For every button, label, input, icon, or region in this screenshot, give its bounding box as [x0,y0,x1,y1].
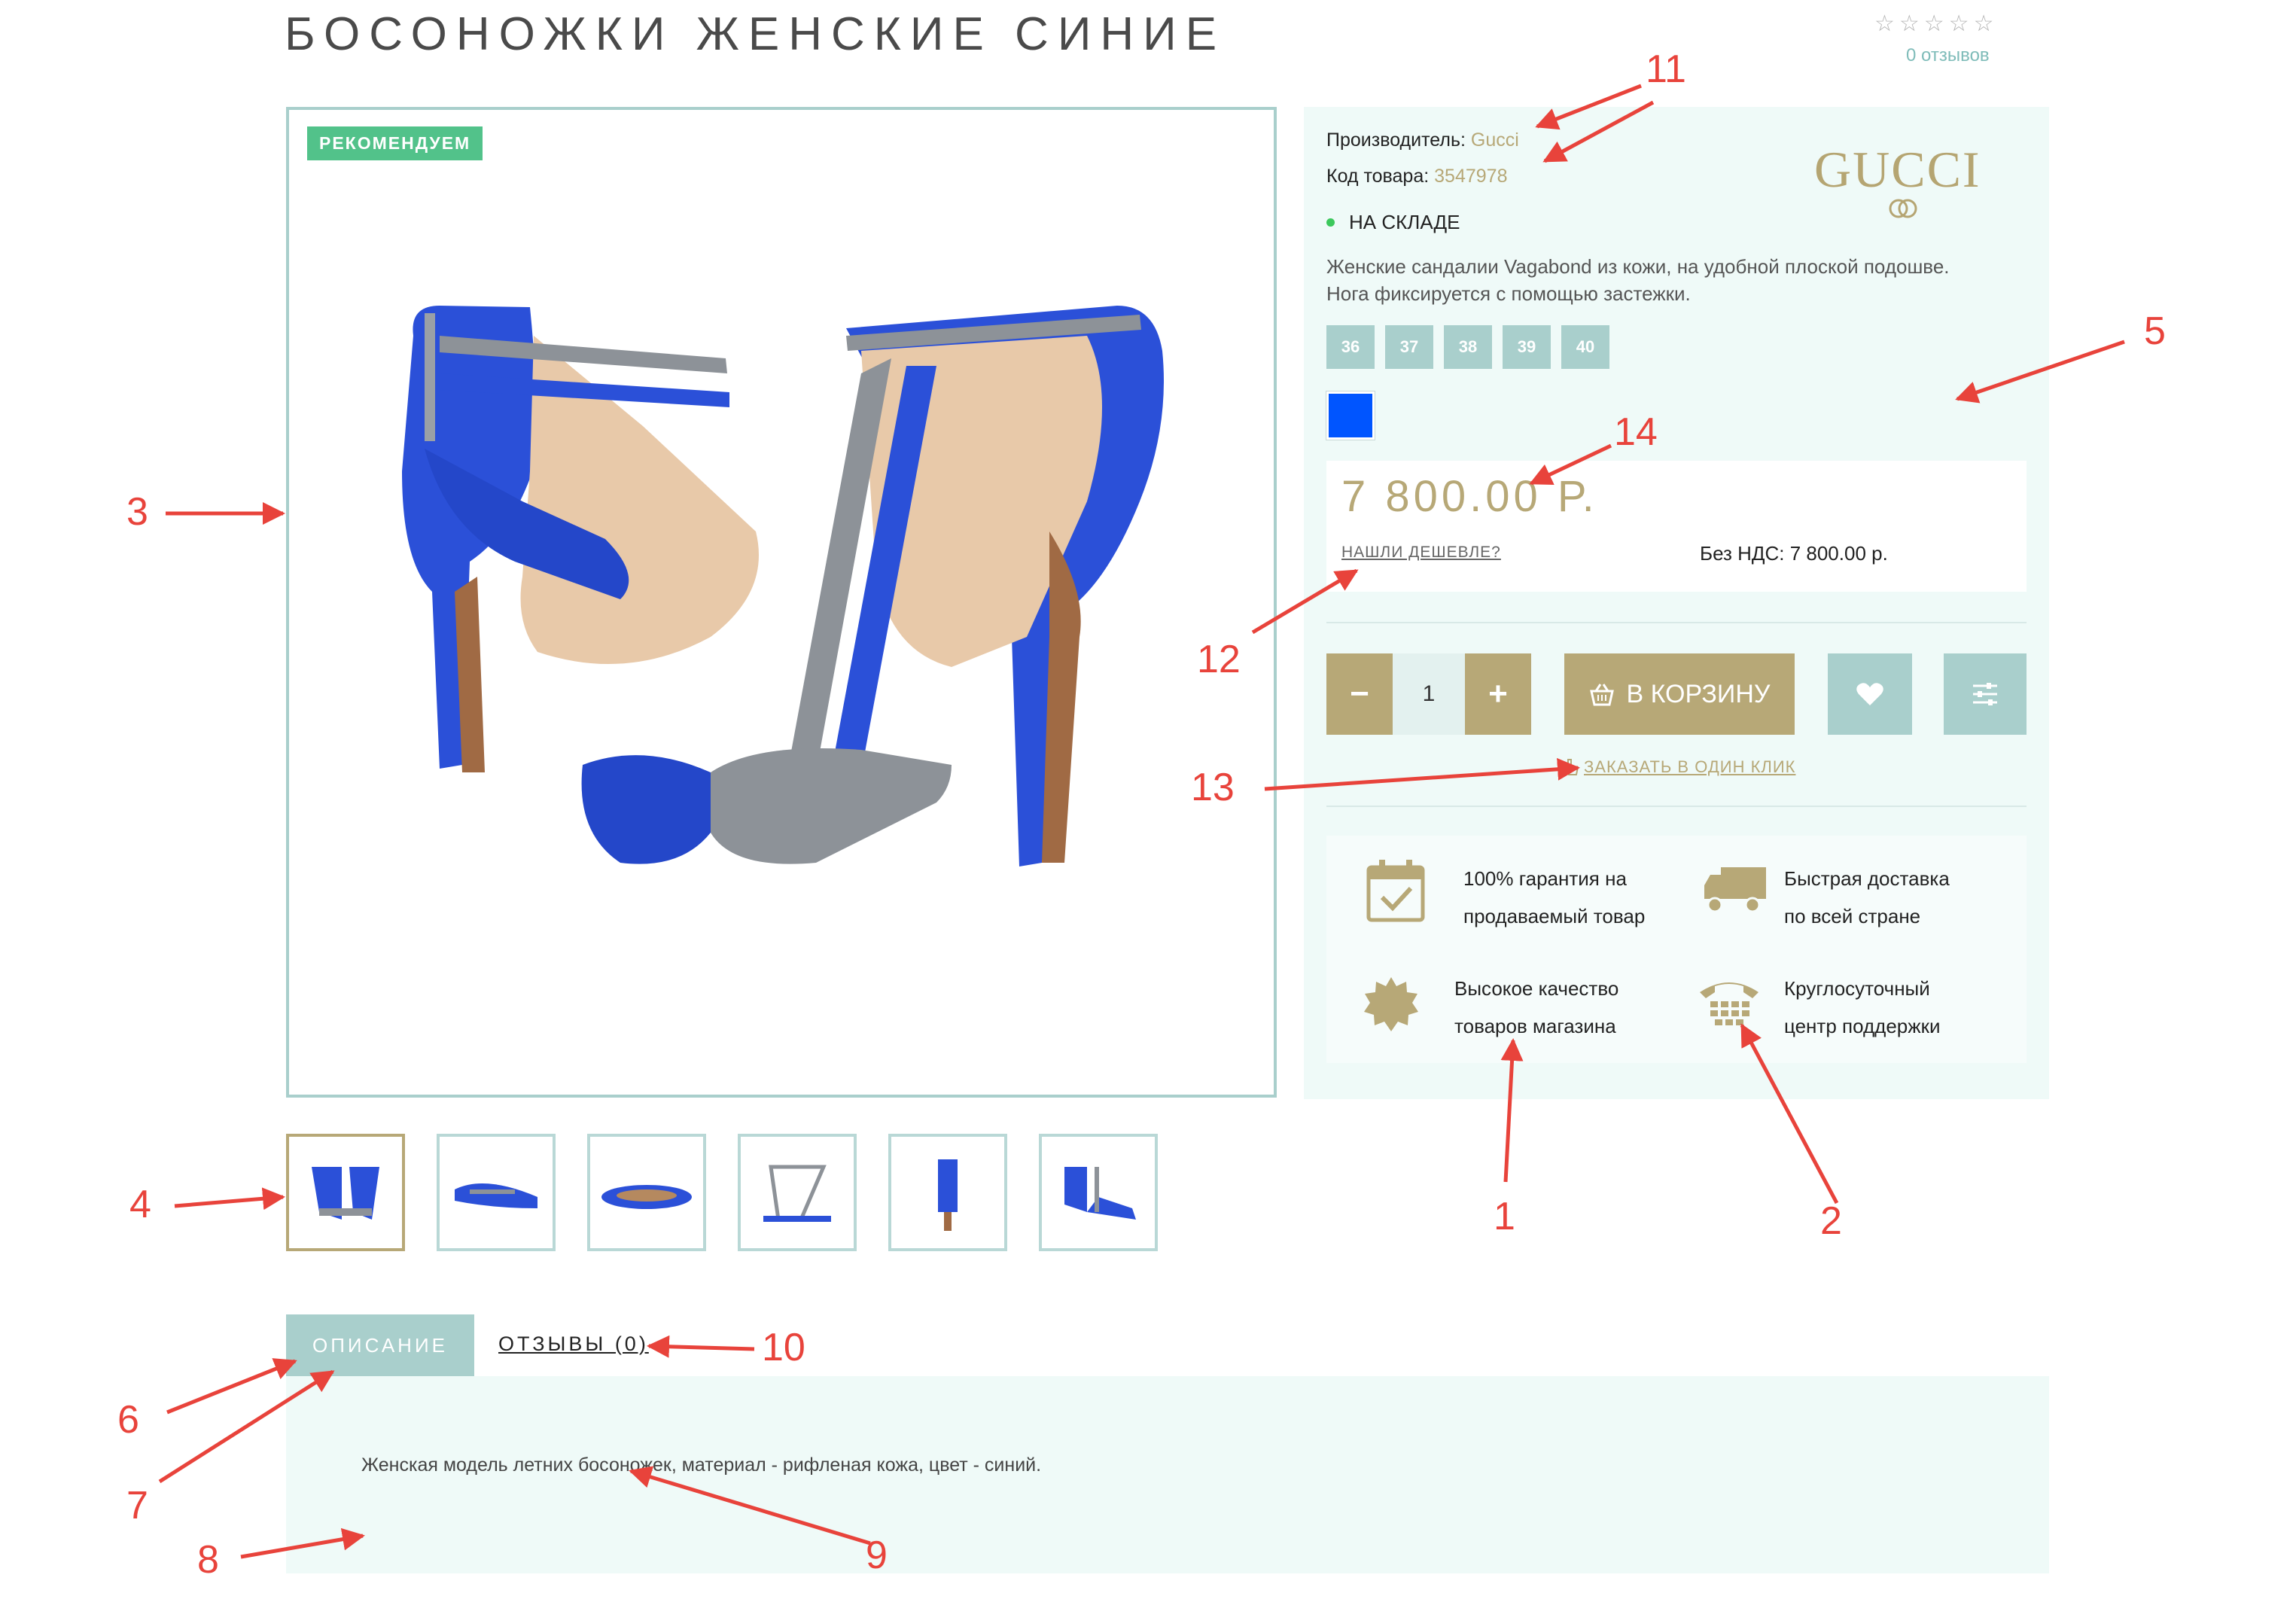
feature-delivery: Быстрая доставка по всей стране [1784,860,1950,935]
brand-logo[interactable]: GUCCI [1814,140,1981,199]
sandals-image [402,306,1164,867]
sku-value: 3547978 [1434,166,1508,187]
feature-quality-line2: товаров магазина [1454,1015,1616,1037]
feature-guarantee-line2: продаваемый товар [1463,905,1646,927]
add-to-cart-label: В КОРЗИНУ [1626,679,1771,708]
main-product-image[interactable]: РЕКОМЕНДУЕМ [286,107,1277,1098]
feature-quality: Высокое качество товаров магазина [1454,970,1618,1045]
in-stock-dot-icon [1326,218,1335,227]
feature-quality-line1: Высокое качество [1454,977,1619,1000]
thumbnail-4[interactable] [738,1134,857,1251]
color-swatch-blue[interactable] [1326,391,1375,440]
full-description: Женская модель летних босоножек, материа… [361,1454,1042,1476]
arrow-6 [166,1358,297,1415]
annotation-12: 12 [1197,638,1241,681]
arrow-10 [647,1335,755,1358]
thumbnail-5[interactable] [888,1134,1007,1251]
feature-guarantee-line1: 100% гарантия на [1463,867,1627,890]
feature-guarantee: 100% гарантия на продаваемый товар [1463,860,1645,935]
divider [1326,806,2027,807]
rating-stars[interactable]: ☆☆☆☆☆ [1874,11,1998,37]
feature-support-line1: Круглосуточный [1784,977,1930,1000]
thumbnail-6[interactable] [1039,1134,1158,1251]
reviews-count-link[interactable]: 0 отзывов [1906,45,1990,66]
size-37[interactable]: 37 [1385,325,1433,369]
calendar-check-icon [1366,860,1425,922]
quantity-increase-button[interactable]: + [1465,653,1531,735]
sku-label: Код товара: [1326,166,1430,187]
gucci-gg-icon [1889,199,1917,218]
feature-delivery-line1: Быстрая доставка [1784,867,1950,890]
annotation-3: 3 [126,490,148,534]
arrow-4 [174,1187,285,1211]
telephone-icon [1700,982,1759,1025]
hand-pointer-icon [1563,759,1579,775]
price-value: 7 800.00 Р. [1341,472,1598,521]
tab-reviews[interactable]: ОТЗЫВЫ (0) [498,1332,649,1356]
sku-row: Код товара: 3547978 [1326,166,1507,187]
annotation-1: 1 [1494,1195,1515,1238]
truck-icon [1704,867,1766,913]
annotation-6: 6 [117,1398,139,1442]
found-cheaper-link[interactable]: НАШЛИ ДЕШЕВЛЕ? [1341,544,1501,562]
wishlist-button[interactable] [1828,653,1912,735]
quality-badge-icon [1364,977,1418,1031]
manufacturer-link[interactable]: Gucci [1471,129,1519,151]
divider [1326,622,2027,623]
annotation-2: 2 [1820,1199,1842,1243]
size-36[interactable]: 36 [1326,325,1375,369]
quantity-decrease-button[interactable]: − [1326,653,1393,735]
heart-icon [1856,683,1883,705]
annotation-9: 9 [866,1534,888,1577]
annotation-7: 7 [126,1484,148,1527]
price-without-vat: Без НДС: 7 800.00 р. [1700,542,1888,565]
features-block: 100% гарантия на продаваемый товар Быстр… [1326,836,2027,1063]
size-40[interactable]: 40 [1561,325,1609,369]
feature-delivery-line2: по всей стране [1784,905,1921,927]
basket-icon [1590,684,1615,706]
page-title: БОСОНОЖКИ ЖЕНСКИЕ СИНИЕ [285,8,1226,60]
size-39[interactable]: 39 [1503,325,1551,369]
one-click-order-link[interactable]: ЗАКАЗАТЬ В ОДИН КЛИК [1563,757,1795,777]
feature-support-line2: центр поддержки [1784,1015,1941,1037]
annotation-5: 5 [2144,309,2166,353]
annotation-13: 13 [1191,766,1235,809]
price-box: 7 800.00 Р. НАШЛИ ДЕШЕВЛЕ? Без НДС: 7 80… [1326,461,2027,592]
size-38[interactable]: 38 [1444,325,1492,369]
manufacturer-label: Производитель: [1326,129,1466,151]
quantity-input[interactable] [1393,653,1465,735]
annotation-11: 11 [1646,47,1686,91]
thumbnail-2[interactable] [437,1134,556,1251]
add-to-cart-button[interactable]: В КОРЗИНУ [1564,653,1795,735]
annotation-8: 8 [197,1538,219,1582]
thumbnail-3[interactable] [587,1134,706,1251]
tab-content-panel: Женская модель летних босоножек, материа… [286,1376,2049,1573]
thumbnail-1[interactable] [286,1134,405,1251]
annotation-4: 4 [129,1183,151,1226]
annotation-14: 14 [1614,410,1658,454]
manufacturer-row: Производитель: Gucci [1326,129,1519,151]
feature-support: Круглосуточный центр поддержки [1784,970,1941,1045]
compare-button[interactable] [1944,653,2027,735]
one-click-order-label: ЗАКАЗАТЬ В ОДИН КЛИК [1584,757,1796,776]
annotation-10: 10 [762,1326,805,1369]
sliders-icon [1973,683,1997,705]
short-description: Женские сандалии Vagabond из кожи, на уд… [1326,255,1950,305]
stock-status: НА СКЛАДЕ [1349,211,1460,233]
tab-description[interactable]: ОПИСАНИЕ [286,1314,474,1376]
